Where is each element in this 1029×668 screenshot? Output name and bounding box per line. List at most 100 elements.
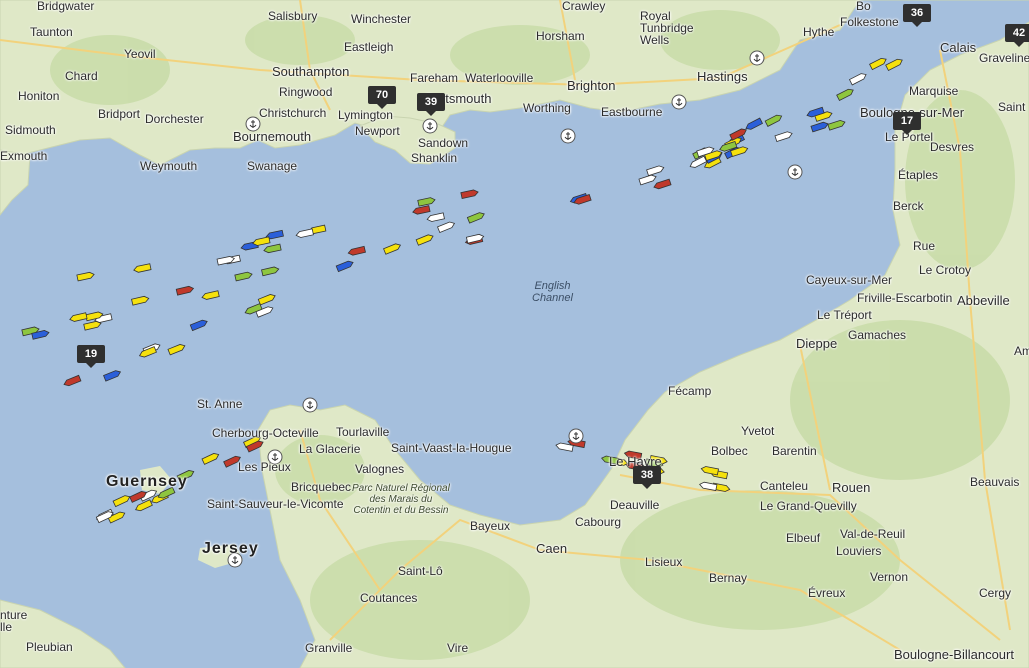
map-canvas[interactable]: Bridgwater Taunton Yeovil Chard Honiton Bridp… [0, 0, 1029, 668]
port-pin-icon[interactable] [422, 118, 438, 134]
port-pin-icon[interactable] [560, 128, 576, 144]
vessel-cluster-marker[interactable]: 19 [77, 345, 105, 368]
port-pin-icon[interactable] [302, 397, 318, 413]
place-label: Bridport [98, 107, 141, 121]
place-label: Hastings [697, 69, 748, 84]
place-label: Newport [355, 124, 400, 138]
place-label: Bricquebec [291, 480, 352, 494]
place-label: Coutances [360, 591, 418, 605]
park-label: Parc Naturel Régional des Marais du Cote… [352, 483, 450, 516]
place-label: Eastleigh [344, 40, 394, 54]
place-label: Taunton [30, 25, 73, 39]
place-label: Canteleu [760, 479, 809, 493]
park-label-line2: des Marais du [369, 494, 433, 505]
place-label: Le Grand-Quevilly [760, 499, 857, 513]
island-label: Jersey [202, 540, 259, 557]
vessel-cluster-marker[interactable]: 39 [417, 93, 445, 116]
place-label: Fareham [410, 71, 459, 85]
place-label: Salisbury [268, 9, 318, 23]
place-label: Berck [893, 199, 924, 213]
place-label: Ringwood [279, 85, 333, 99]
place-label: Le Crotoy [919, 263, 972, 277]
place-label: Folkestone [840, 15, 899, 29]
place-label: Eastbourne [601, 105, 663, 119]
port-pin-icon[interactable] [568, 428, 584, 444]
place-label: Swanage [247, 159, 298, 173]
place-label: Louviers [836, 544, 882, 558]
place-label: Gamaches [848, 328, 907, 342]
place-label: Waterlooville [465, 71, 534, 85]
place-label: Cabourg [575, 515, 622, 529]
place-label: Caen [536, 541, 568, 556]
place-label: Bournemouth [233, 129, 312, 144]
place-label: Boulogne-Billancourt [894, 647, 1014, 662]
place-label-line: lle [0, 620, 13, 634]
place-label: Les Pieux [238, 460, 291, 474]
port-pin-icon[interactable] [671, 94, 687, 110]
port-pin-icon[interactable] [787, 164, 803, 180]
place-label: Calais [940, 40, 977, 55]
place-label: Cherbourg-Octeville [212, 426, 319, 440]
place-label: Weymouth [140, 159, 198, 173]
place-label: Royal Tunbridge Wells [640, 10, 694, 46]
place-label: Tourlaville [336, 425, 390, 439]
place-label: Vernon [870, 570, 909, 584]
place-label: Yeovil [124, 47, 156, 61]
place-label: Brighton [567, 78, 616, 93]
place-label: St. Anne [197, 397, 243, 411]
place-label: Marquise [909, 84, 959, 98]
place-label: Saint-Lô [398, 564, 443, 578]
place-label: Dorchester [145, 112, 204, 126]
place-label: Lymington [338, 108, 393, 122]
place-label: Desvres [930, 140, 975, 154]
place-label: Rue [913, 239, 936, 253]
place-label: Gravelines [979, 51, 1029, 65]
place-label: Deauville [610, 498, 660, 512]
place-label: Southampton [272, 64, 350, 79]
sea-label-line2: Channel [532, 292, 573, 304]
place-label: Bo [856, 0, 871, 13]
park-label-line3: Cotentin et du Bessin [353, 505, 449, 516]
place-label: Saint-Sauveur-le-Vicomte [207, 497, 344, 511]
place-label: Hythe [803, 25, 835, 39]
place-label: Saint [998, 100, 1026, 114]
place-label: Christchurch [259, 106, 327, 120]
english-channel-label: English Channel [532, 280, 573, 304]
place-label: Cergy [979, 586, 1012, 600]
vessel-cluster-marker[interactable]: 17 [893, 112, 921, 135]
place-label: Horsham [536, 29, 585, 43]
place-label: Val-de-Reuil [840, 527, 906, 541]
place-label: Évreux [808, 586, 846, 600]
place-label: Chard [65, 69, 98, 83]
place-label: Yvetot [741, 424, 775, 438]
place-label-line: Wells [640, 33, 670, 47]
place-label: Barentin [772, 444, 817, 458]
place-label: Worthing [523, 101, 571, 115]
place-label: nture lle [0, 609, 27, 633]
place-label: Shanklin [411, 151, 458, 165]
place-label: Rouen [832, 480, 871, 495]
place-label: Saint-Vaast-la-Hougue [391, 441, 512, 455]
place-label: Winchester [351, 12, 412, 26]
place-label: Fécamp [668, 384, 712, 398]
place-label: Dieppe [796, 336, 838, 351]
place-label: Sandown [418, 136, 469, 150]
vessel-cluster-marker[interactable]: 38 [633, 466, 661, 489]
park-label-line1: Parc Naturel Régional [352, 483, 450, 494]
vessel-cluster-marker[interactable]: 36 [903, 4, 931, 27]
vessel-cluster-marker[interactable]: 70 [368, 86, 396, 109]
place-label: Pleubian [26, 640, 73, 654]
place-label: Exmouth [0, 149, 48, 163]
place-label: Bridgwater [37, 0, 95, 13]
place-label: Vire [447, 641, 469, 655]
place-label: Honiton [18, 89, 60, 103]
port-pin-icon[interactable] [749, 50, 765, 66]
place-label: Am [1014, 344, 1029, 358]
place-label: Étaples [898, 168, 939, 182]
place-label: Valognes [355, 462, 405, 476]
place-label: Bernay [709, 571, 748, 585]
place-label: Cayeux-sur-Mer [806, 273, 893, 287]
vessel-cluster-marker[interactable]: 42 [1005, 24, 1029, 47]
place-label: La Glacerie [299, 442, 361, 456]
place-label: Beauvais [970, 475, 1020, 489]
